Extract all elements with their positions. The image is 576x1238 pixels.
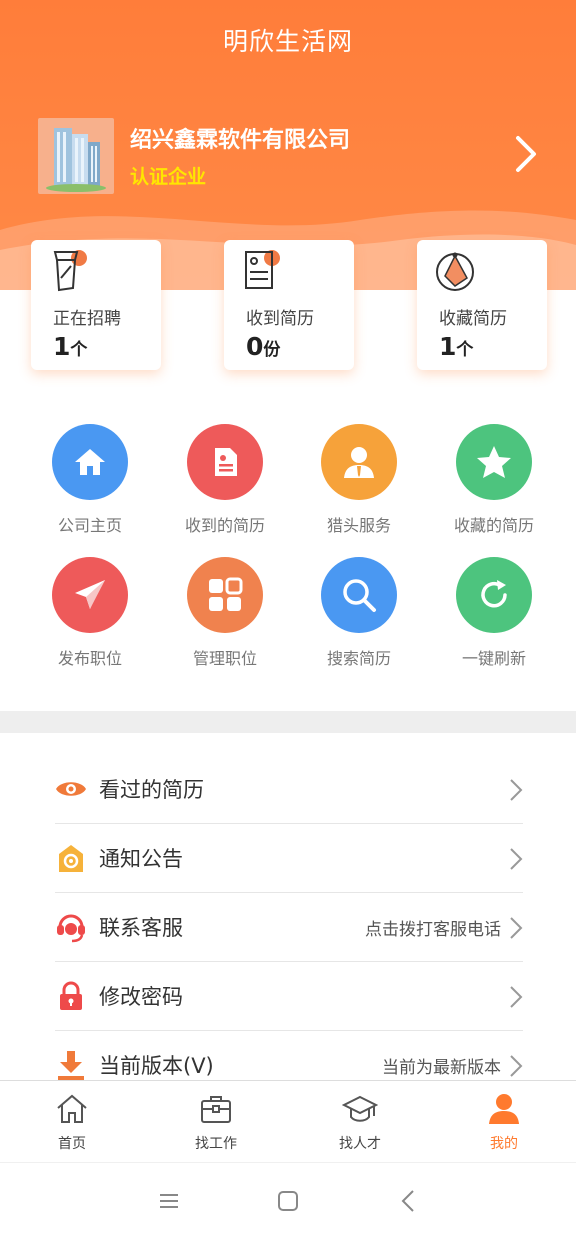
search-icon (321, 557, 397, 633)
home-square-icon[interactable] (274, 1187, 302, 1215)
briefcase-icon (201, 1096, 231, 1123)
document-icon (187, 424, 263, 500)
app-title: 明欣生活网 (222, 27, 353, 56)
tab-label: 我的 (490, 1136, 518, 1152)
action-label: 收藏的简历 (453, 516, 534, 535)
menu-label: 当前版本(V) (99, 1054, 214, 1078)
tab-mine[interactable]: 我的 (444, 1081, 564, 1163)
chevron-right-icon (510, 917, 523, 939)
recruiting-icon (53, 250, 87, 292)
home-icon (52, 424, 128, 500)
action-received-resumes[interactable]: 收到的简历 (157, 424, 293, 536)
company-card[interactable]: 绍兴鑫霖软件有限公司 认证企业 (38, 118, 538, 196)
bottom-tab-bar: 首页 找工作 找人才 我的 (0, 1080, 576, 1162)
headset-icon (57, 914, 85, 943)
stat-value: 1个 (439, 332, 473, 361)
stat-card-recruiting[interactable]: 正在招聘 1个 (31, 240, 161, 370)
favorite-resume-icon (436, 252, 474, 291)
stat-number: 1 (439, 332, 457, 361)
chevron-right-icon (510, 779, 523, 801)
menu-label: 看过的简历 (99, 778, 204, 802)
eye-icon (56, 782, 86, 796)
tab-find-talent[interactable]: 找人才 (300, 1081, 420, 1163)
action-label: 收到的简历 (184, 516, 265, 535)
menu-change-password[interactable]: 修改密码 (55, 962, 523, 1031)
menu-notices[interactable]: 通知公告 (55, 824, 523, 893)
star-icon (456, 424, 532, 500)
action-label: 一键刷新 (461, 649, 526, 668)
stat-value: 0份 (246, 332, 280, 361)
stat-unit: 个 (70, 340, 88, 360)
stat-value: 1个 (53, 332, 87, 361)
action-label: 猎头服务 (326, 516, 391, 535)
menu-value: 当前为最新版本 (382, 1058, 501, 1078)
section-divider (0, 711, 576, 733)
menu-label: 修改密码 (99, 985, 183, 1009)
stat-unit: 份 (263, 340, 281, 360)
chevron-right-icon (510, 848, 523, 870)
chevron-right-icon[interactable] (514, 134, 538, 174)
stat-card-received[interactable]: 收到简历 0份 (224, 240, 354, 370)
stat-number: 1 (53, 332, 71, 361)
action-refresh[interactable]: 一键刷新 (426, 557, 562, 669)
company-logo (38, 118, 114, 194)
menu-viewed-resumes[interactable]: 看过的简历 (55, 755, 523, 824)
tab-label: 找工作 (195, 1136, 237, 1152)
tab-label: 找人才 (339, 1136, 381, 1152)
tab-home[interactable]: 首页 (12, 1081, 132, 1163)
action-label: 公司主页 (57, 516, 122, 535)
stat-label: 收到简历 (246, 309, 314, 329)
action-company-home[interactable]: 公司主页 (22, 424, 158, 536)
action-manage-jobs[interactable]: 管理职位 (157, 557, 293, 669)
graduation-cap-icon (342, 1095, 378, 1122)
notice-icon (59, 845, 83, 872)
tab-label: 首页 (58, 1136, 86, 1152)
menu-lines-icon[interactable] (155, 1187, 183, 1215)
tab-find-job[interactable]: 找工作 (156, 1081, 276, 1163)
action-search-resumes[interactable]: 搜索简历 (291, 557, 427, 669)
stat-card-favorites[interactable]: 收藏简历 1个 (417, 240, 547, 370)
system-nav-bar (0, 1162, 576, 1238)
stat-label: 收藏简历 (439, 309, 507, 329)
refresh-icon (456, 557, 532, 633)
menu-customer-service[interactable]: 联系客服 点击拨打客服电话 (55, 893, 523, 962)
chevron-right-icon (510, 986, 523, 1008)
company-name: 绍兴鑫霖软件有限公司 (130, 128, 351, 153)
action-post-job[interactable]: 发布职位 (22, 557, 158, 669)
action-saved-resumes[interactable]: 收藏的简历 (426, 424, 562, 536)
action-label: 发布职位 (57, 649, 122, 668)
action-label: 管理职位 (192, 649, 257, 668)
building-icon (46, 128, 106, 192)
lock-icon (60, 981, 82, 1010)
stat-number: 0 (246, 332, 264, 361)
person-suit-icon (321, 424, 397, 500)
back-icon[interactable] (395, 1187, 423, 1215)
user-icon (489, 1094, 519, 1124)
action-label: 搜索简历 (326, 649, 391, 668)
paper-plane-icon (52, 557, 128, 633)
home-outline-icon (57, 1094, 87, 1123)
stat-label: 正在招聘 (53, 309, 121, 329)
verified-badge: 认证企业 (130, 166, 207, 188)
stat-unit: 个 (456, 340, 474, 360)
action-headhunter[interactable]: 猎头服务 (291, 424, 427, 536)
menu-label: 通知公告 (99, 847, 183, 871)
chevron-right-icon (510, 1055, 523, 1077)
grid-icon (187, 557, 263, 633)
menu-value: 点击拨打客服电话 (365, 920, 501, 940)
download-icon (58, 1051, 84, 1080)
resume-icon (245, 250, 280, 289)
menu-label: 联系客服 (99, 916, 183, 940)
